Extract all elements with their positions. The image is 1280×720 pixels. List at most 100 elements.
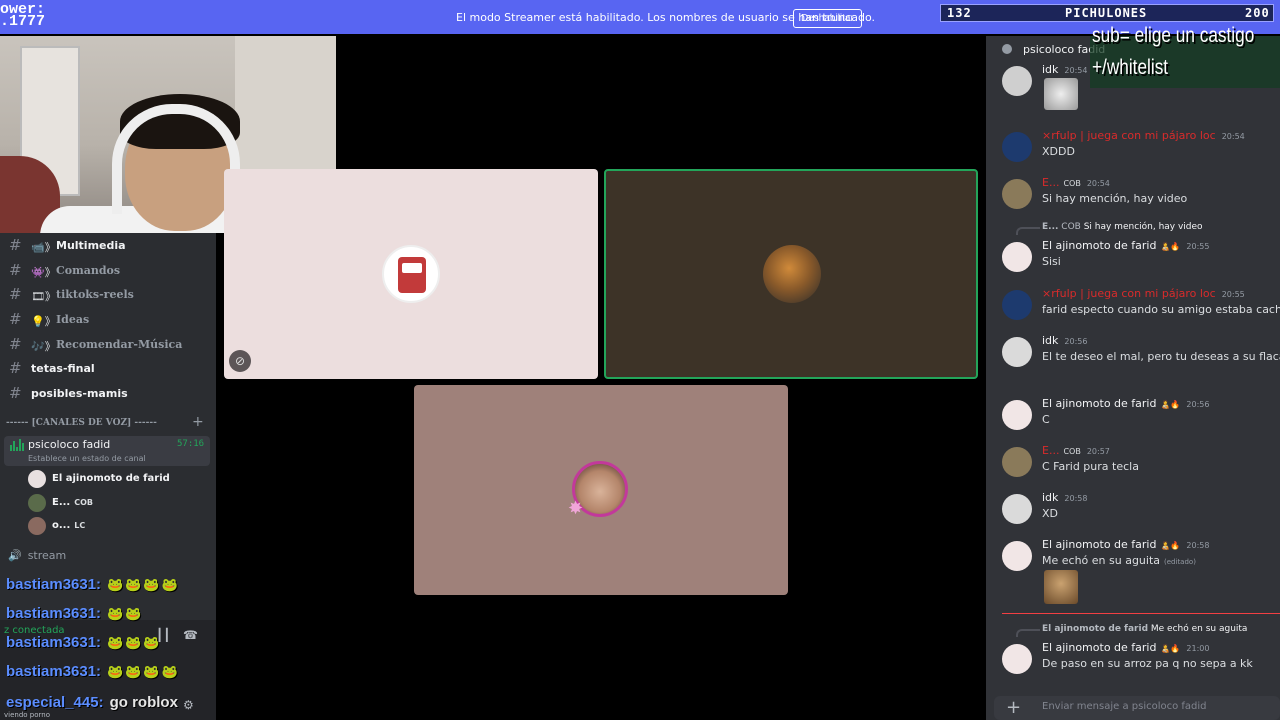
avatar[interactable]: [1002, 447, 1032, 477]
message-author[interactable]: idk: [1042, 491, 1058, 504]
message-header: idk 20:54: [1042, 63, 1087, 76]
reply-connector: [1016, 227, 1040, 235]
channel-item[interactable]: # 🎶》 Recomendar-Música: [0, 334, 216, 356]
message-timestamp: 20:54: [1221, 132, 1245, 141]
overlay-sub-line: sub= elige un castigo: [1092, 24, 1255, 47]
hash-icon: #: [9, 384, 22, 402]
message-author[interactable]: El ajinomoto de farid: [1042, 397, 1156, 410]
hash-icon: #: [9, 236, 22, 254]
image-attachment[interactable]: [1044, 78, 1078, 110]
channel-emoji: 🎞》: [31, 290, 56, 303]
gear-icon[interactable]: ⚙: [183, 698, 194, 712]
message-text: Sisi: [1042, 255, 1061, 268]
avatar[interactable]: [1002, 242, 1032, 272]
avatar[interactable]: [1002, 290, 1032, 320]
voice-tile-user[interactable]: ✸: [414, 385, 788, 595]
message-composer: +: [994, 696, 1280, 720]
message-text: El te deseo el mal, pero tu deseas a su …: [1042, 350, 1280, 363]
avatar[interactable]: [1002, 337, 1032, 367]
channel-item[interactable]: # 📹》 Multimedia: [0, 235, 216, 257]
overlay-chat-line: bastiam3631: 🐸🐸🐸🐸: [6, 576, 180, 593]
message-text: C Farid pura tecla: [1042, 460, 1139, 473]
message-author[interactable]: El ajinomoto de farid: [1042, 538, 1156, 551]
reply-author: El ajinomoto de farid: [1042, 624, 1149, 634]
user-tag: 🧑‍🍼🔥: [1160, 541, 1181, 550]
message-author[interactable]: idk: [1042, 334, 1058, 347]
disable-streamer-mode-button[interactable]: Deshabilitar: [793, 9, 862, 28]
hash-icon: #: [9, 261, 22, 279]
user-tag: COB: [1063, 179, 1081, 188]
channel-item[interactable]: # 👾》 Comandos: [0, 260, 216, 282]
edited-label: (editado): [1164, 558, 1196, 566]
hash-icon: #: [9, 359, 22, 377]
voice-user[interactable]: o... LC: [28, 517, 214, 537]
voice-channel-icon: [1002, 44, 1012, 54]
channel-emoji: 🎶》: [31, 340, 56, 353]
voice-activity-icon: [10, 439, 24, 451]
message-header: El ajinomoto de farid 🧑‍🍼🔥 20:55: [1042, 239, 1209, 252]
message-author[interactable]: El ajinomoto de farid: [1042, 239, 1156, 252]
avatar[interactable]: [1002, 400, 1032, 430]
message-timestamp: 20:54: [1064, 66, 1088, 75]
overlay-chat-line: bastiam3631: 🐸🐸🐸🐸: [6, 663, 180, 680]
channel-item[interactable]: # 💡》 Ideas: [0, 309, 216, 331]
image-attachment[interactable]: [1044, 570, 1078, 604]
voice-tile-ajinomoto[interactable]: [224, 169, 598, 379]
channel-name: Comandos: [56, 264, 121, 277]
reply-preview[interactable]: El ajinomoto de farid Me echó en su agui…: [1042, 624, 1247, 634]
create-channel-icon[interactable]: +: [192, 414, 204, 430]
reply-preview[interactable]: E... COB Si hay mención, hay video: [1042, 222, 1203, 232]
message-author[interactable]: E...: [1042, 176, 1059, 189]
message-input[interactable]: [1042, 701, 1272, 712]
message-header: ×rfulp | juega con mi pájaro loc 20:55: [1042, 287, 1245, 300]
overlay-chat-user: especial_445:: [6, 694, 104, 711]
channel-item[interactable]: # 🎞》 tiktoks-reels: [0, 284, 216, 306]
reply-author: E...: [1042, 222, 1059, 232]
message-header: idk 20:56: [1042, 334, 1087, 347]
hash-icon: #: [9, 310, 22, 328]
channel-item[interactable]: # posibles-mamis: [0, 383, 216, 405]
avatar: [382, 245, 440, 303]
voice-user[interactable]: E... COB: [28, 494, 214, 514]
overlay-text-line: .1777: [0, 13, 46, 30]
message-author[interactable]: E...: [1042, 444, 1059, 457]
channel-name: Recomendar-Música: [56, 338, 183, 351]
voice-tile-speaking[interactable]: [604, 169, 978, 379]
avatar[interactable]: [1002, 644, 1032, 674]
hash-icon: #: [9, 335, 22, 353]
channel-item[interactable]: # tetas-final: [0, 358, 216, 380]
channel-name: tetas-final: [31, 362, 95, 375]
avatar[interactable]: [1002, 179, 1032, 209]
message-header: E... COB 20:54: [1042, 176, 1110, 189]
avatar[interactable]: [1002, 66, 1032, 96]
avatar: [28, 470, 46, 488]
message-author[interactable]: ×rfulp | juega con mi pájaro loc: [1042, 287, 1216, 300]
message-header: El ajinomoto de farid 🧑‍🍼🔥 20:56: [1042, 397, 1209, 410]
channel-emoji: 👾》: [31, 266, 56, 279]
message-author[interactable]: ×rfulp | juega con mi pájaro loc: [1042, 129, 1216, 142]
user-tag: 🧑‍🍼🔥: [1160, 242, 1181, 251]
channel-status[interactable]: Establece un estado de canal: [28, 454, 146, 463]
counter-label: PICHULONES: [1065, 6, 1148, 20]
message-text: farid especto cuando su amigo estaba cac…: [1042, 303, 1280, 316]
sub-goal-counter: 132 PICHULONES 200: [940, 4, 1274, 22]
avatar[interactable]: [1002, 494, 1032, 524]
voice-user[interactable]: El ajinomoto de farid: [28, 470, 214, 490]
avatar[interactable]: [1002, 132, 1032, 162]
active-voice-channel[interactable]: psicoloco fadid 57:16 Establece un estado …: [4, 436, 210, 466]
overlay-chat-line: bastiam3631: 🐸🐸: [6, 605, 143, 622]
voice-category-header[interactable]: ------ [CANALES DE VOZ] ------: [6, 418, 157, 428]
channel-name: tiktoks-reels: [56, 288, 134, 301]
attach-plus-icon[interactable]: +: [1006, 697, 1021, 718]
overlay-sub-line: +/whitelist: [1092, 56, 1169, 79]
overlay-chat-user: bastiam3631:: [6, 576, 102, 593]
message-author[interactable]: idk: [1042, 63, 1058, 76]
message-text: Si hay mención, hay video: [1042, 192, 1188, 205]
message-timestamp: 21:00: [1186, 644, 1210, 653]
disconnect-icon[interactable]: ☎: [183, 628, 198, 642]
user-tag: COB: [1063, 447, 1081, 456]
avatar[interactable]: [1002, 541, 1032, 571]
voice-channel-stream[interactable]: 🔊 stream: [8, 549, 66, 562]
message-author[interactable]: El ajinomoto de farid: [1042, 641, 1156, 654]
voice-channel-name: psicoloco fadid: [28, 438, 111, 451]
